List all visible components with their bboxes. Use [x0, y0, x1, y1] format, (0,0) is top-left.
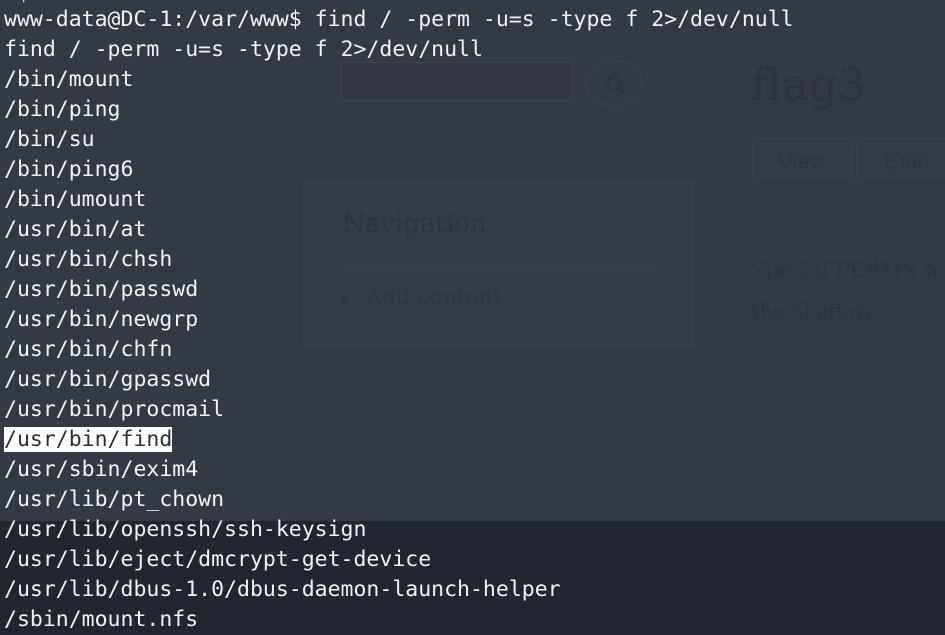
selected-text[interactable]: /usr/bin/find [4, 427, 173, 452]
terminal-result-line: /usr/lib/dbus-1.0/dbus-daemon-launch-hel… [4, 577, 561, 602]
terminal-result-line: /sbin/mount.nfs [4, 607, 199, 632]
terminal-output[interactable]: ~$ www-data@DC-1:/var/www$ find / -perm … [0, 0, 945, 635]
terminal-command-echo: find / -perm -u=s -type f 2>/dev/null [4, 37, 483, 62]
terminal-result-line: /usr/bin/newgrp [4, 307, 199, 332]
terminal-result-line: /bin/ping [4, 97, 121, 122]
terminal-result-line: /usr/bin/passwd [4, 277, 199, 302]
terminal-result-line: /bin/umount [4, 187, 147, 212]
terminal-result-line: /usr/bin/find [4, 425, 173, 455]
terminal-result-line: /usr/sbin/exim4 [4, 457, 199, 482]
terminal-result-line: /usr/lib/eject/dmcrypt-get-device [4, 547, 432, 572]
terminal-prompt-line: www-data@DC-1:/var/www$ find / -perm -u=… [4, 7, 794, 32]
terminal-result-line: /usr/lib/openssh/ssh-keysign [4, 517, 367, 542]
terminal-result-line: /usr/bin/procmail [4, 397, 225, 422]
terminal-result-line: /bin/su [4, 127, 95, 152]
terminal-result-line: /usr/bin/at [4, 217, 147, 242]
terminal-result-line: /usr/bin/chfn [4, 337, 173, 362]
terminal-result-line: /usr/lib/pt_chown [4, 487, 225, 512]
terminal-result-line: /usr/bin/gpasswd [4, 367, 212, 392]
terminal-result-line: /usr/bin/chsh [4, 247, 173, 272]
terminal-result-line: /bin/mount [4, 67, 134, 92]
terminal-result-line: /bin/ping6 [4, 157, 134, 182]
screen: flag3 View Edit Navigation Add content S… [0, 0, 945, 635]
